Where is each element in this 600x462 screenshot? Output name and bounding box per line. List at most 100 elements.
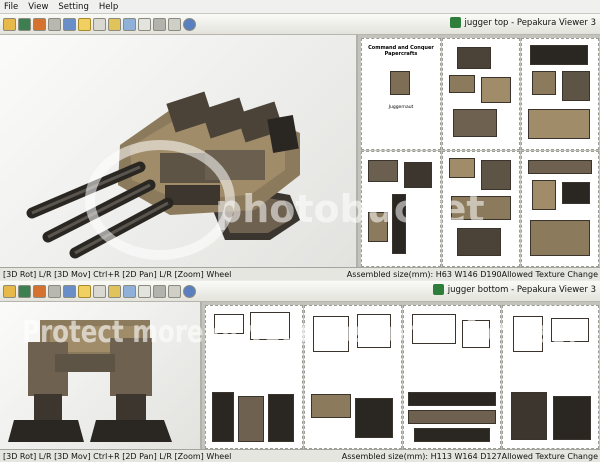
pattern-sheet	[442, 38, 520, 150]
sheet-subheading: Juggernaut	[388, 105, 414, 110]
info-icon[interactable]	[183, 17, 196, 31]
pattern-part	[214, 314, 244, 334]
3d-view-pane[interactable]	[0, 302, 202, 449]
fold-icon[interactable]	[123, 284, 136, 298]
top-viewer-window: File View Setting Help jugger top - Pepa…	[0, 0, 600, 281]
pattern-part	[530, 45, 588, 65]
open-folder-icon[interactable]	[3, 284, 16, 298]
assembled-size: Assembled size(mm): H113 W164 D127Allowe…	[341, 451, 598, 461]
fold-icon[interactable]	[123, 17, 136, 31]
pattern-part	[238, 396, 264, 442]
edge-icon[interactable]	[153, 17, 166, 31]
preview-figure	[390, 71, 410, 95]
light-icon[interactable]	[78, 17, 91, 31]
model-view-icon[interactable]	[63, 284, 76, 298]
pattern-sheet	[442, 151, 520, 267]
texture-cube-icon[interactable]	[18, 17, 31, 31]
brush-icon[interactable]	[108, 17, 121, 31]
pattern-part	[451, 196, 511, 220]
pattern-part	[408, 410, 496, 424]
pattern-sheet	[521, 38, 599, 150]
menu-setting[interactable]: Setting	[58, 2, 88, 12]
pattern-part	[481, 160, 511, 190]
light-icon[interactable]	[78, 284, 91, 298]
juggernaut-legs-model	[8, 320, 172, 442]
pattern-sheet	[403, 305, 501, 449]
pattern-part	[553, 396, 591, 440]
menu-help[interactable]: Help	[99, 2, 118, 12]
pattern-part	[412, 314, 456, 344]
select-icon[interactable]	[138, 17, 151, 31]
pattern-sheet	[521, 151, 599, 267]
juggernaut-turret-model	[26, 91, 300, 259]
pattern-part	[528, 109, 590, 139]
pepakura-app-icon	[432, 284, 444, 295]
open-folder-icon[interactable]	[3, 17, 16, 31]
pattern-part	[212, 392, 234, 442]
toolbar: jugger top - Pepakura Viewer 3	[0, 14, 600, 35]
pattern-sheet: Command and Conquer Papercrafts Juggerna…	[361, 38, 441, 150]
status-bar: [3D Rot] L/R [3D Mov] Ctrl+R [2D Pan] L/…	[0, 449, 600, 462]
menu-file[interactable]: File	[4, 2, 18, 12]
pattern-part	[462, 320, 490, 348]
2d-pattern-pane[interactable]: Command and Conquer Papercrafts Juggerna…	[358, 35, 600, 268]
pattern-part	[357, 314, 391, 348]
edge-icon[interactable]	[153, 284, 166, 298]
settings-icon[interactable]	[168, 284, 181, 298]
pattern-part	[414, 428, 490, 442]
pattern-part	[562, 71, 590, 101]
assembled-size: Assembled size(mm): H63 W146 D190Allowed…	[346, 269, 598, 279]
pattern-part	[457, 228, 501, 256]
sheet-heading: Command and Conquer Papercrafts	[368, 45, 434, 57]
pattern-part	[408, 392, 496, 406]
pattern-part	[481, 77, 511, 103]
pattern-part	[313, 316, 349, 352]
pattern-part	[268, 394, 294, 442]
camera-icon[interactable]	[48, 284, 61, 298]
pattern-part	[368, 212, 388, 242]
window-title: jugger bottom - Pepakura Viewer 3	[447, 284, 596, 295]
pattern-part	[449, 158, 475, 178]
pattern-part	[532, 71, 556, 95]
pattern-part	[528, 160, 592, 174]
pattern-part	[511, 392, 547, 440]
info-icon[interactable]	[183, 284, 196, 298]
3d-view-pane[interactable]	[0, 35, 358, 268]
pattern-part	[532, 180, 556, 210]
select-icon[interactable]	[138, 284, 151, 298]
pattern-part	[311, 394, 351, 418]
menu-bar: File View Setting Help	[0, 0, 600, 14]
pattern-part	[457, 47, 491, 69]
model-view-icon[interactable]	[63, 17, 76, 31]
pattern-sheet	[304, 305, 402, 449]
pattern-sheet	[502, 305, 599, 449]
brush-icon[interactable]	[108, 284, 121, 298]
controls-hint: [3D Rot] L/R [3D Mov] Ctrl+R [2D Pan] L/…	[3, 451, 232, 461]
settings-icon[interactable]	[168, 17, 181, 31]
pattern-part	[392, 194, 406, 254]
texture-cube-icon[interactable]	[18, 284, 31, 298]
pattern-part	[562, 182, 590, 204]
pattern-part	[449, 75, 475, 93]
pattern-sheet	[205, 305, 303, 449]
pepakura-app-icon	[449, 17, 461, 28]
camera-icon[interactable]	[48, 17, 61, 31]
pattern-part	[453, 109, 497, 137]
toolbar: jugger bottom - Pepakura Viewer 3	[0, 281, 600, 302]
pattern-part	[355, 398, 393, 438]
status-bar: [3D Rot] L/R [3D Mov] Ctrl+R [2D Pan] L/…	[0, 267, 600, 280]
2d-pattern-pane[interactable]	[202, 302, 600, 449]
pattern-part	[404, 162, 432, 188]
window-title: jugger top - Pepakura Viewer 3	[464, 17, 596, 28]
pattern-part	[551, 318, 589, 342]
pattern-part	[368, 160, 398, 182]
crop-icon[interactable]	[93, 17, 106, 31]
crop-icon[interactable]	[93, 284, 106, 298]
bottom-viewer-window: jugger bottom - Pepakura Viewer 3 [3D Ro…	[0, 281, 600, 462]
print-icon[interactable]	[33, 284, 46, 298]
menu-view[interactable]: View	[28, 2, 48, 12]
pattern-part	[530, 220, 590, 256]
pattern-part	[250, 312, 290, 340]
pattern-sheet	[361, 151, 441, 267]
print-icon[interactable]	[33, 17, 46, 31]
